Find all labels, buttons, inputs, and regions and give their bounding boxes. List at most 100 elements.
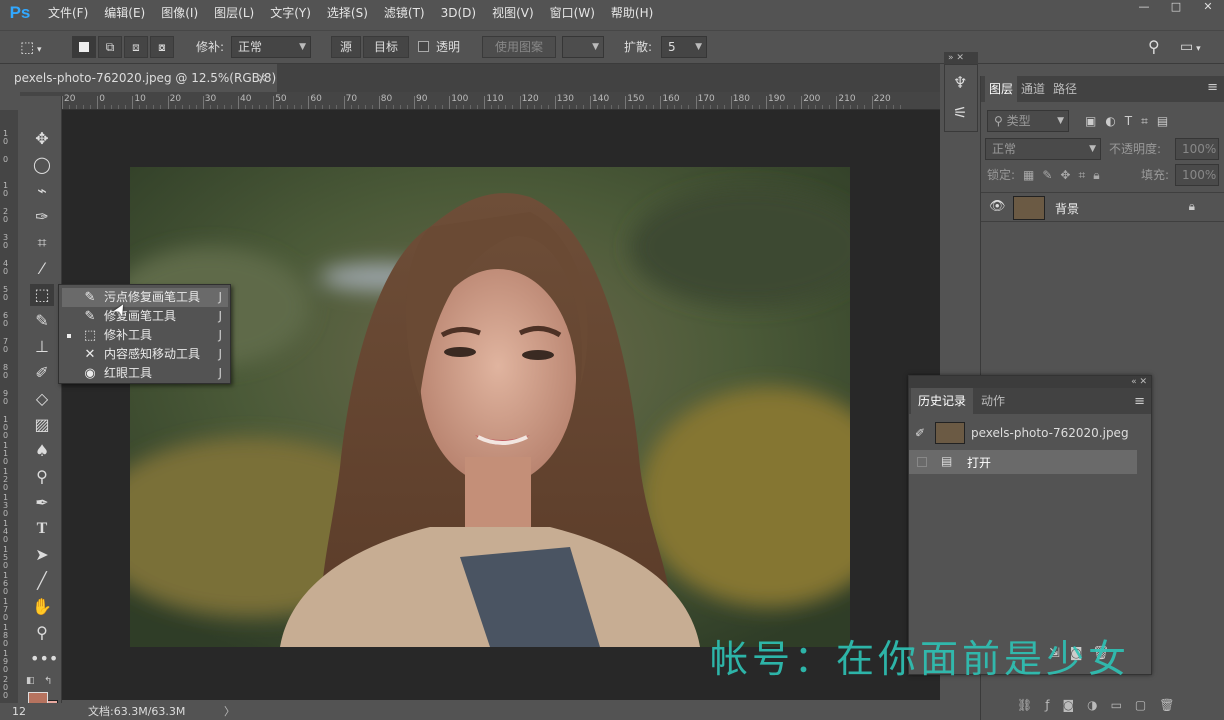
panel-menu-icon[interactable]: ≡ — [1134, 394, 1145, 409]
pen-tool-icon[interactable]: ✒ — [30, 492, 54, 514]
tab-2[interactable]: 路径 — [1049, 76, 1081, 102]
history-tab-0[interactable]: 历史记录 — [911, 388, 973, 414]
tab-close-button[interactable]: × — [257, 64, 267, 92]
menu-2[interactable]: 图像(I) — [153, 0, 206, 26]
ruler-tick — [167, 96, 169, 109]
stamp-tool-icon[interactable]: ⊥ — [30, 336, 54, 358]
subtract-selection-button[interactable]: ⧈ — [124, 36, 148, 58]
chevron-down-icon: ▾ — [1193, 44, 1201, 54]
swap-colors-icon[interactable]: ↰ — [44, 676, 52, 687]
fill-input[interactable]: 100% — [1175, 164, 1219, 186]
history-step-checkbox[interactable] — [917, 457, 927, 467]
close-button[interactable]: ✕ — [1192, 0, 1224, 16]
history-brush-tool-icon[interactable]: ✐ — [30, 362, 54, 384]
diffusion-select[interactable]: 5 ▼ — [661, 36, 707, 58]
flyout-item[interactable]: ✕ 内容感知移动工具 J — [62, 345, 228, 364]
menu-7[interactable]: 3D(D) — [433, 0, 484, 26]
lasso-tool-icon[interactable]: ⌁ — [30, 180, 54, 202]
move-tool-icon[interactable]: ✥ — [30, 128, 54, 150]
menu-9[interactable]: 窗口(W) — [542, 0, 603, 26]
history-snapshot[interactable]: ✐ pexels-photo-762020.jpeg — [909, 420, 1139, 448]
shortcut-key: J — [218, 366, 222, 380]
tab-1[interactable]: 通道 — [1017, 76, 1049, 102]
history-brush-icon: ✐ — [915, 426, 926, 440]
subtract-selection-icon: ⧈ — [132, 40, 140, 54]
path-select-tool-icon[interactable]: ➤ — [30, 544, 54, 566]
flyout-item[interactable]: ✎ 修复画笔工具 J — [62, 307, 228, 326]
brush-tool-icon[interactable]: ✎ — [30, 310, 54, 332]
brushes-panel-icon[interactable]: ♆ — [953, 73, 967, 92]
history-step[interactable]: ▤ 打开 — [909, 450, 1137, 474]
zoom-level[interactable]: 12 — [0, 703, 62, 720]
eyedropper-tool-icon[interactable]: ⁄ — [30, 258, 54, 280]
history-panel-header[interactable]: « ✕ — [909, 376, 1151, 388]
layer-row[interactable]: 👁︎ 背景 🔒︎ — [981, 192, 1224, 222]
blur-tool-icon[interactable]: ♠ — [30, 440, 54, 462]
adjustments-panel-icon[interactable]: ⚟ — [953, 103, 967, 122]
gradient-tool-icon[interactable]: ▨ — [30, 414, 54, 436]
target-button[interactable]: 目标 — [363, 36, 409, 58]
type-tool-icon[interactable]: T — [30, 518, 54, 540]
status-menu-arrow[interactable]: 〉 — [224, 703, 235, 720]
ruler-label: 130 — [556, 94, 574, 104]
status-bar: 文档:63.3M/63.3M 〉 — [62, 703, 940, 720]
line-tool-icon[interactable]: ╱ — [30, 570, 54, 592]
chevron-down-icon: ▼ — [1089, 144, 1096, 154]
layer-filter-icons[interactable]: ▣◐T⌗▤ — [1085, 114, 1177, 129]
layers-footer-icons[interactable]: ⛓ƒ◙◑▭▢🗑︎ — [1017, 698, 1187, 712]
blend-mode-value: 正常 — [992, 142, 1017, 156]
crop-tool-icon[interactable]: ⌗ — [30, 232, 54, 254]
menu-4[interactable]: 文字(Y) — [262, 0, 319, 26]
flyout-item[interactable]: ◉ 红眼工具 J — [62, 364, 228, 383]
document-tab[interactable]: pexels-photo-762020.jpeg @ 12.5%(RGB/8) … — [0, 64, 277, 92]
use-pattern-button[interactable]: 使用图案 — [482, 36, 556, 58]
tab-0[interactable]: 图层 — [985, 76, 1017, 102]
default-colors-icon[interactable]: ◧ — [26, 676, 35, 686]
shortcut-key: J — [218, 328, 222, 342]
menu-3[interactable]: 图层(L) — [206, 0, 262, 26]
shortcut-key: J — [218, 309, 222, 323]
transparent-checkbox[interactable] — [418, 41, 429, 52]
pattern-picker[interactable]: ▼ — [562, 36, 604, 58]
maximize-button[interactable]: □ — [1160, 0, 1192, 16]
marquee-tool-icon[interactable]: ◯ — [30, 154, 54, 176]
new-selection-button[interactable] — [72, 36, 96, 58]
lock-icons[interactable]: ▦✎✥⌗🔒︎ — [1023, 168, 1108, 183]
menu-10[interactable]: 帮助(H) — [603, 0, 661, 26]
source-button[interactable]: 源 — [331, 36, 361, 58]
tool-preset-picker[interactable]: ⬚ ▾ — [20, 36, 58, 58]
quick-select-tool-icon[interactable]: ✑ — [30, 206, 54, 228]
intersect-selection-button[interactable]: ⧇ — [150, 36, 174, 58]
collapsed-panel-header[interactable]: » ✕ — [944, 52, 978, 64]
eraser-tool-icon[interactable]: ◇ — [30, 388, 54, 410]
history-tab-1[interactable]: 动作 — [973, 388, 1013, 414]
patch-tool-icon[interactable]: ⬚ — [30, 284, 54, 306]
add-selection-button[interactable]: ⧉ — [98, 36, 122, 58]
menu-8[interactable]: 视图(V) — [484, 0, 542, 26]
opacity-input[interactable]: 100% — [1175, 138, 1219, 160]
workspace-switcher[interactable]: ▭ ▾ — [1180, 36, 1214, 58]
ruler-tick — [554, 96, 556, 109]
zoom-tool-icon[interactable]: ⚲ — [30, 622, 54, 644]
more-tools-icon[interactable]: ••• — [30, 648, 58, 670]
hand-tool-icon[interactable]: ✋ — [30, 596, 54, 618]
dodge-tool-icon[interactable]: ⚲ — [30, 466, 54, 488]
photoshop-logo: Ps — [9, 3, 31, 22]
layer-filter-select[interactable]: ⚲ 类型 ▼ — [987, 110, 1069, 132]
ruler-label: 30 — [204, 94, 217, 104]
menu-0[interactable]: 文件(F) — [40, 0, 96, 26]
menu-1[interactable]: 编辑(E) — [96, 0, 153, 26]
patch-mode-select[interactable]: 正常 ▼ — [231, 36, 311, 58]
menu-5[interactable]: 选择(S) — [319, 0, 376, 26]
blend-mode-select[interactable]: 正常 ▼ — [985, 138, 1101, 160]
search-icon[interactable]: ⚲ — [1148, 36, 1166, 58]
horizontal-ruler[interactable]: 20 0 10 20 30 40 50 60 70 80 90 100 110 120 130 140 150 1… — [60, 92, 940, 110]
vertical-ruler[interactable]: 1 0 0 1 0 2 0 3 0 4 0 5 0 6 0 7 0 8 0 9 0 1 0 01 1 … — [0, 110, 18, 710]
document-photo[interactable] — [130, 167, 850, 647]
flyout-item[interactable]: ⬚ 修补工具 J — [62, 326, 228, 345]
flyout-item[interactable]: ✎ 污点修复画笔工具 J — [62, 288, 228, 307]
eye-icon[interactable]: 👁︎ — [989, 199, 1006, 214]
menu-6[interactable]: 滤镜(T) — [376, 0, 433, 26]
panel-menu-icon[interactable]: ≡ — [1207, 80, 1218, 95]
minimize-button[interactable]: — — [1128, 0, 1160, 16]
